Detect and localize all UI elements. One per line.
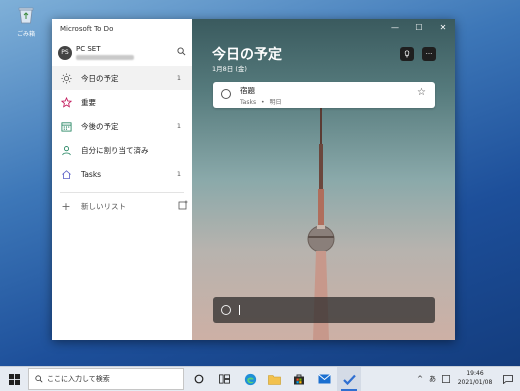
sidebar-item-assigned-to-me[interactable]: 自分に割り当て済み: [52, 138, 192, 162]
sidebar-item-label: 重要: [81, 97, 96, 107]
task-view-button[interactable]: [212, 367, 236, 391]
mail-icon: [317, 374, 331, 384]
sun-icon: [60, 72, 72, 84]
window-controls: — ☐ ✕: [383, 19, 455, 36]
tray-ime-button[interactable]: あ: [426, 367, 439, 391]
sidebar-item-tasks[interactable]: Tasks 1: [52, 162, 192, 186]
taskbar-search-placeholder: ここに入力して検索: [47, 375, 110, 383]
task-complete-checkbox[interactable]: [221, 89, 231, 99]
sidebar-nav: 今日の予定 1 重要 今後の予定 1 自分に割り当て済み Tasks 1: [52, 66, 192, 186]
ime-mode-label: あ: [429, 375, 436, 383]
star-icon: [60, 96, 72, 108]
taskbar-mail[interactable]: [312, 367, 336, 391]
suggestions-button[interactable]: [400, 47, 414, 61]
taskbar-clock[interactable]: 19:46 2021/01/08: [452, 369, 498, 387]
clock-date: 2021/01/08: [457, 379, 493, 386]
sidebar-item-label: 今後の予定: [81, 121, 119, 131]
page-title: 今日の予定: [212, 47, 282, 63]
page-date: 1月8日 (金): [212, 65, 247, 73]
sidebar-item-count: 1: [176, 74, 181, 82]
windows-logo-icon: [8, 373, 20, 385]
sidebar-item-important[interactable]: 重要: [52, 90, 192, 114]
task-item[interactable]: 宿題 Tasks • 明日 ☆: [213, 82, 435, 108]
start-button[interactable]: [0, 367, 28, 391]
task-meta-separator: •: [261, 99, 265, 106]
recycle-bin-desktop-icon[interactable]: ごみ箱: [8, 5, 44, 38]
taskbar-search-box[interactable]: ここに入力して検索: [28, 368, 184, 390]
taskbar-todo[interactable]: [337, 367, 361, 391]
task-view-icon: [218, 374, 230, 384]
chevron-up-icon: ^: [417, 375, 423, 383]
lightbulb-icon: [404, 50, 410, 58]
home-icon: [60, 168, 72, 180]
search-icon[interactable]: [177, 47, 186, 56]
store-bag-icon: [294, 374, 304, 385]
new-group-icon[interactable]: [178, 200, 188, 210]
search-icon: [35, 375, 43, 383]
task-importance-star-icon[interactable]: ☆: [417, 87, 426, 98]
account-name: PC SET: [76, 45, 101, 53]
minimize-icon[interactable]: —: [383, 19, 407, 36]
cortana-circle-icon: [194, 374, 204, 384]
taskbar-store[interactable]: [287, 367, 311, 391]
sidebar-item-label: 今日の予定: [81, 73, 119, 83]
avatar[interactable]: PS: [58, 46, 72, 60]
recycle-bin-icon: [18, 7, 34, 24]
tray-language-button[interactable]: [439, 367, 452, 391]
sidebar-item-label: Tasks: [81, 169, 102, 179]
ime-input-icon: [441, 375, 450, 383]
sidebar-item-count: 1: [176, 170, 181, 178]
add-task-circle-icon: [221, 305, 231, 315]
task-list-name: Tasks: [240, 99, 257, 106]
clock-time: 19:46: [466, 370, 484, 377]
sidebar: Microsoft To Do PS PC SET 今日の予定 1 重要 今後の…: [52, 19, 192, 340]
sidebar-item-label: 自分に割り当て済み: [81, 145, 149, 155]
edge-icon: [244, 373, 256, 385]
sidebar-item-planned[interactable]: 今後の予定 1: [52, 114, 192, 138]
add-task-input[interactable]: [213, 297, 435, 323]
cortana-button[interactable]: [187, 367, 211, 391]
sidebar-divider: [60, 192, 184, 193]
task-meta: Tasks • 明日: [240, 97, 281, 106]
maximize-icon[interactable]: ☐: [407, 19, 431, 36]
main-panel: — ☐ ✕ 今日の予定 1月8日 (金) ··· 宿題 Tasks • 明日 ☆: [192, 19, 455, 340]
tray-overflow-button[interactable]: ^: [414, 367, 426, 391]
folder-icon: [267, 374, 281, 385]
new-list-button[interactable]: + 新しいリスト: [60, 196, 188, 216]
sidebar-item-count: 1: [176, 122, 181, 130]
task-title: 宿題: [240, 86, 255, 95]
task-due-date: 明日: [269, 99, 282, 106]
todo-window: Microsoft To Do PS PC SET 今日の予定 1 重要 今後の…: [52, 19, 455, 340]
close-icon[interactable]: ✕: [431, 19, 455, 36]
notification-icon: [503, 374, 513, 384]
sidebar-item-my-day[interactable]: 今日の予定 1: [52, 66, 192, 90]
taskbar-file-explorer[interactable]: [262, 367, 286, 391]
todo-check-icon: [342, 374, 356, 385]
taskbar: ここに入力して検索 ^ あ 19:46 2021/01/08: [0, 366, 520, 391]
text-caret: [239, 305, 240, 315]
notification-center-button[interactable]: [500, 367, 516, 391]
app-title: Microsoft To Do: [60, 25, 114, 33]
recycle-bin-label: ごみ箱: [16, 31, 35, 38]
calendar-icon: [60, 120, 72, 132]
account-email-blurred: [76, 55, 134, 60]
account-block[interactable]: PS PC SET: [58, 44, 188, 66]
new-list-label: 新しいリスト: [81, 201, 126, 211]
more-options-button[interactable]: ···: [422, 47, 436, 61]
person-icon: [60, 144, 72, 156]
ellipsis-icon: ···: [425, 50, 433, 58]
plus-icon: +: [61, 199, 71, 213]
taskbar-edge[interactable]: [238, 367, 262, 391]
